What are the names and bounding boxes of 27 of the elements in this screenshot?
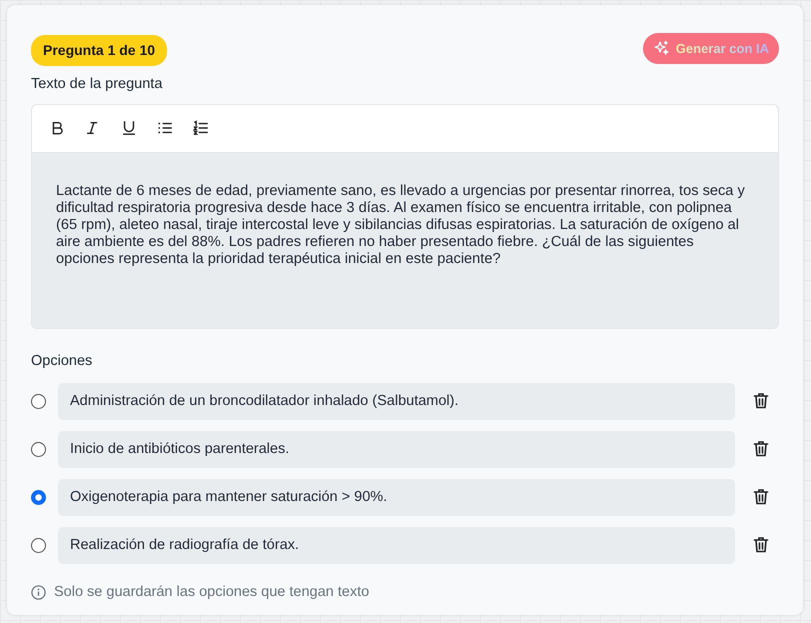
info-icon xyxy=(31,584,46,600)
option-field[interactable]: Realización de radiografía de tórax. xyxy=(58,526,735,564)
sparkle-icon xyxy=(652,40,670,57)
trash-icon xyxy=(753,392,769,409)
hint-text: Solo se guardarán las opciones que tengan texto xyxy=(54,582,370,602)
numbered-list-icon xyxy=(193,120,209,136)
trash-icon xyxy=(753,536,769,553)
option-field[interactable]: Administración de un broncodilatador inhalado (Salbutamol). xyxy=(58,382,735,420)
option-field[interactable]: Inicio de antibióticos parenterales. xyxy=(58,430,735,468)
option-radio[interactable] xyxy=(31,442,46,456)
text-editor[interactable] xyxy=(31,104,779,329)
option-radio[interactable] xyxy=(31,394,46,408)
delete-button[interactable] xyxy=(753,488,771,506)
delete-button[interactable] xyxy=(753,440,771,458)
option-radio[interactable] xyxy=(31,538,46,552)
underline-icon xyxy=(121,120,137,136)
delete-button[interactable] xyxy=(753,392,771,410)
question-label: Texto de la pregunta xyxy=(31,75,164,94)
bullet-list-icon xyxy=(157,120,173,136)
trash-icon xyxy=(753,440,769,457)
trash-icon xyxy=(753,488,769,505)
question-text[interactable]: Lactante de 6 meses de edad, previamente sano, es llevado a urgencias por presentar rinorrea, tos seca y dificultad respiratoria progresiva desde hace 3 días. Al examen físico se encuentra irritable, con polipnea (65 rpm), aleteo nasal, tiraje intercostal leve y sibilancias difusas espiratorias. La saturación de oxígeno al aire ambiente es del 88%. Los padres refieren no haber presentado fiebre. ¿Cuál de las siguientes opciones representa la prioridad terapéutica inicial en este paciente? xyxy=(32,152,778,328)
option-radio[interactable] xyxy=(31,490,46,504)
options-label: Opciones xyxy=(31,352,94,371)
option-field[interactable]: Oxigenoterapia para mantener saturación > 90%. xyxy=(58,478,735,516)
question-counter: Pregunta 1 de 10 xyxy=(31,35,168,66)
delete-button[interactable] xyxy=(753,536,771,554)
